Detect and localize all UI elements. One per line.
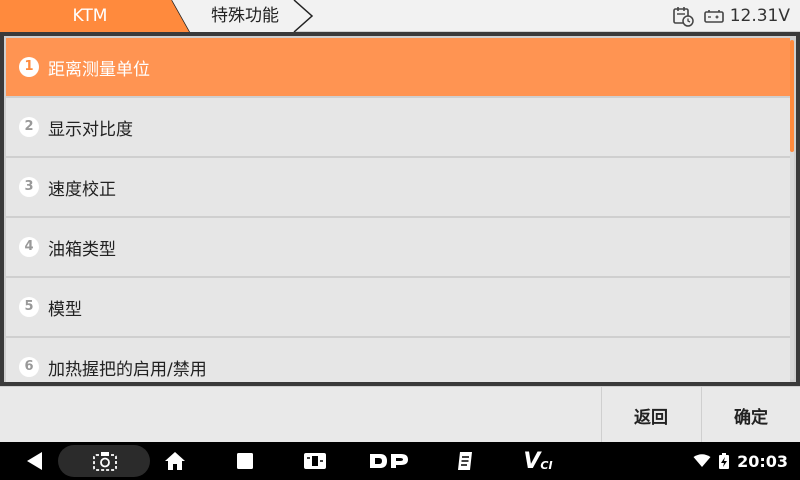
item-number: 6: [19, 357, 39, 377]
item-number: 3: [19, 177, 39, 197]
item-number: 4: [19, 237, 39, 257]
item-number: 2: [19, 117, 39, 137]
list-item[interactable]: 1 距离测量单位: [6, 38, 790, 96]
list-item[interactable]: 6 加热握把的启用/禁用: [6, 338, 790, 382]
vehicle-manager-icon[interactable]: [298, 442, 332, 480]
breadcrumb-ktm[interactable]: KTM: [0, 0, 195, 32]
clipboard-icon[interactable]: [450, 442, 480, 480]
battery-icon: [703, 10, 724, 23]
breadcrumb-label-ktm: KTM: [72, 6, 108, 26]
function-list[interactable]: 1 距离测量单位 2 显示对比度 3 速度校正 4 油箱类型 5 模型 6 加热…: [4, 36, 796, 382]
list-item[interactable]: 3 速度校正: [6, 158, 790, 216]
item-label: 距离测量单位: [48, 59, 150, 80]
battery-charging-icon: [719, 453, 730, 469]
vci-sub-label: CI: [540, 458, 553, 472]
list-item[interactable]: 4 油箱类型: [6, 218, 790, 276]
system-status: 20:03: [693, 442, 788, 480]
list-item[interactable]: 5 模型: [6, 278, 790, 336]
item-number: 1: [19, 57, 39, 77]
item-number: 5: [19, 297, 39, 317]
scrollbar-thumb[interactable]: [790, 40, 794, 152]
item-label: 加热握把的启用/禁用: [48, 359, 207, 380]
calendar-clock-icon[interactable]: [672, 5, 694, 27]
system-nav-bar: V CI 20:03: [0, 442, 800, 480]
list-item[interactable]: 2 显示对比度: [6, 98, 790, 156]
breadcrumb-label-special-functions: 特殊功能: [211, 6, 279, 26]
dp-icon[interactable]: [366, 442, 412, 480]
back-icon[interactable]: [20, 442, 50, 480]
back-button[interactable]: 返回: [601, 387, 700, 443]
voltage-indicator: 12.31V: [703, 6, 790, 26]
top-bar: KTM 特殊功能 12.31V: [0, 0, 800, 32]
item-label: 模型: [48, 299, 82, 320]
voltage-value: 12.31V: [729, 6, 790, 26]
item-label: 显示对比度: [48, 119, 133, 140]
action-bar: 返回 确定: [0, 386, 800, 443]
recents-icon[interactable]: [230, 442, 260, 480]
item-label: 油箱类型: [48, 239, 116, 260]
clock: 20:03: [737, 451, 788, 471]
home-icon[interactable]: [160, 442, 190, 480]
breadcrumb-special-functions[interactable]: 特殊功能: [172, 0, 317, 32]
header-status: 12.31V: [672, 0, 790, 32]
confirm-button[interactable]: 确定: [701, 387, 800, 443]
vci-icon[interactable]: V CI: [518, 442, 558, 480]
vci-label: V: [523, 448, 541, 474]
wifi-icon: [693, 454, 711, 467]
screenshot-icon[interactable]: [88, 442, 122, 480]
item-label: 速度校正: [48, 179, 116, 200]
